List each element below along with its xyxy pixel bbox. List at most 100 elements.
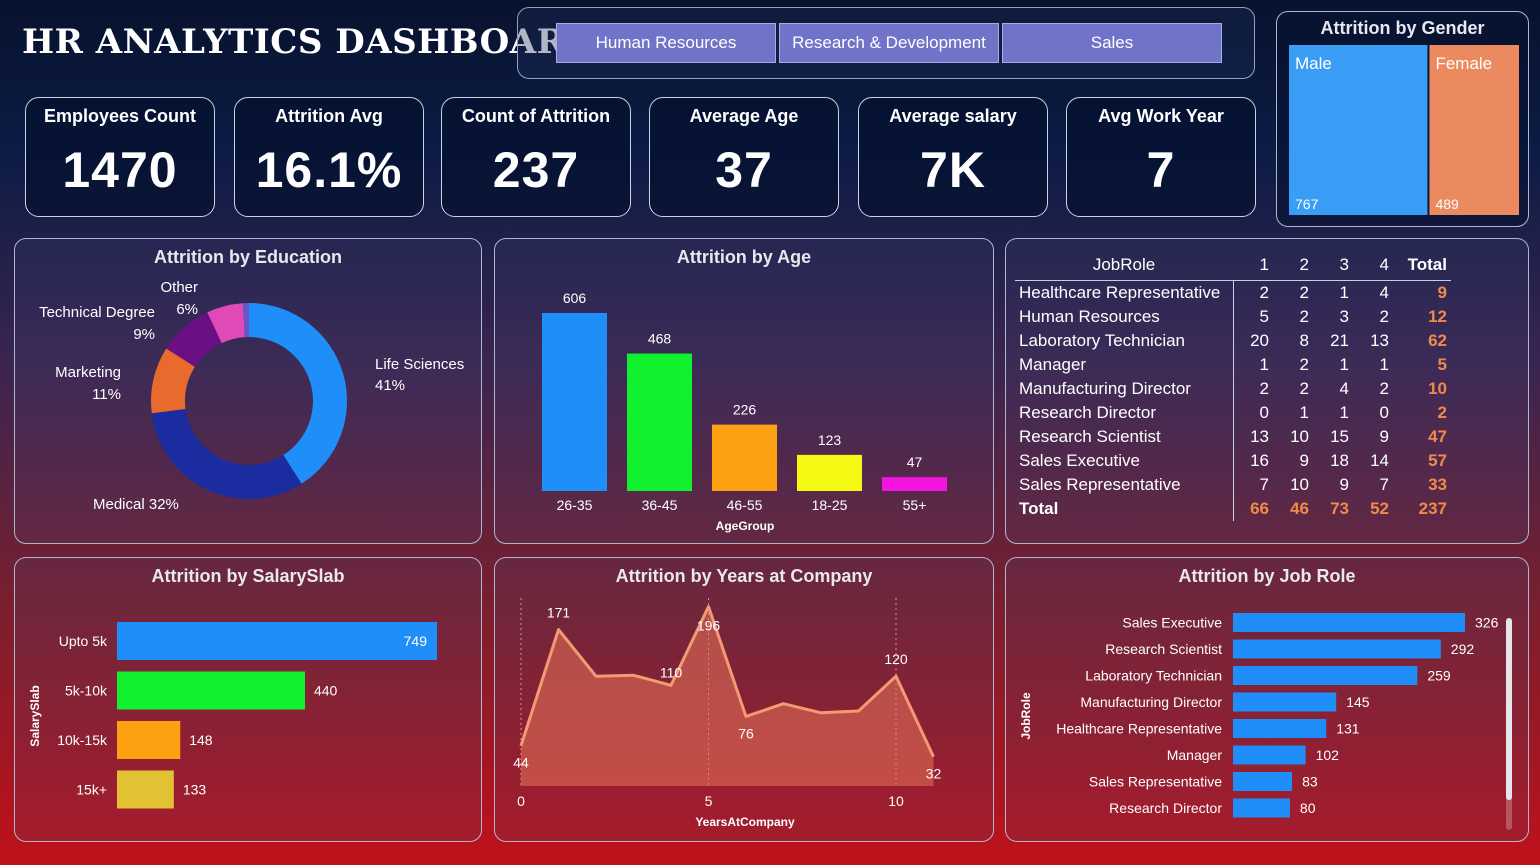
gender-label: Male (1295, 54, 1332, 73)
jobrole-value: 131 (1336, 721, 1360, 737)
matrix-role-cell: Research Director (1015, 401, 1234, 425)
matrix-value-cell: 66 (1250, 499, 1269, 518)
age-bar (882, 477, 947, 491)
slicer-research-development[interactable]: Research & Development (779, 23, 999, 63)
age-value: 47 (907, 454, 923, 470)
jobrole-tick: Manufacturing Director (1080, 694, 1222, 710)
age-bar (797, 454, 862, 491)
scrollbar-thumb[interactable] (1506, 618, 1512, 800)
jobrole-bar (1233, 719, 1327, 738)
matrix-value-cell: 13 (1250, 427, 1269, 446)
matrix-header-col: Total (1407, 255, 1447, 274)
matrix-value-cell: 57 (1428, 451, 1447, 470)
slicer-human-resources[interactable]: Human Resources (556, 23, 776, 63)
education-panel: Attrition by Education Life Sciences 41% M… (14, 238, 482, 544)
age-value: 606 (563, 290, 587, 306)
matrix-role-cell: Research Scientist (1015, 425, 1234, 449)
matrix-value-cell: 52 (1370, 499, 1389, 518)
matrix-value-cell: 21 (1330, 331, 1349, 350)
matrix-header-col: 1 (1259, 255, 1269, 274)
matrix-role-cell: Healthcare Representative (1015, 280, 1234, 305)
years-axis-label: YearsAtCompany (695, 815, 795, 829)
jobrole-panel: Attrition by Job Role Sales Executive 326… (1005, 557, 1529, 842)
years-value: 32 (926, 766, 942, 782)
years-panel: Attrition by Years at Company 0 5 10 44 171 1… (494, 557, 994, 842)
jobrole-bar-chart: Sales Executive 326 Research Scientist 292 L… (1019, 613, 1499, 818)
age-bar (712, 424, 777, 491)
matrix-value-cell: 0 (1379, 403, 1389, 422)
matrix-value-cell: 3 (1339, 307, 1349, 326)
matrix-value-cell: 2 (1379, 379, 1389, 398)
salary-panel: Attrition by SalarySlab Upto 5k 749 5k-10k… (14, 557, 482, 842)
age-bar-chart: 606 26-35 468 36-45 226 46-55 123 18-25 47 55+ Age… (542, 290, 947, 533)
matrix-value-cell: 0 (1259, 403, 1269, 422)
kpi-value: 1470 (62, 142, 178, 198)
salary-bar (117, 770, 174, 809)
matrix-role-cell: Total (1015, 497, 1234, 521)
kpi-avg-work-year: Avg Work Year 7 (1066, 97, 1256, 217)
kpi-label: Count of Attrition (461, 106, 611, 126)
department-slicer: Human Resources Research & Development S… (517, 7, 1255, 79)
matrix-row: Research Scientist 13 10 15 9 47 (1015, 425, 1451, 449)
gender-title: Attrition by Gender (1320, 18, 1485, 38)
matrix-value-cell: 46 (1290, 499, 1309, 518)
matrix-value-cell: 1 (1299, 403, 1309, 422)
salary-tick: 15k+ (76, 782, 107, 798)
matrix-value-cell: 1 (1259, 355, 1269, 374)
matrix-role-cell: Manufacturing Director (1015, 377, 1234, 401)
matrix-value-cell: 2 (1299, 355, 1309, 374)
gender-panel: Attrition by Gender Male 767 Female 489 (1276, 11, 1529, 227)
salary-bar (117, 622, 437, 660)
matrix-value-cell: 1 (1379, 355, 1389, 374)
matrix-value-cell: 13 (1370, 331, 1389, 350)
salary-tick: 10k-15k (57, 732, 108, 748)
age-bar (627, 353, 692, 491)
salary-tick: Upto 5k (59, 633, 108, 649)
jobrole-tick: Healthcare Representative (1056, 721, 1222, 737)
kpi-average-salary: Average salary 7K (858, 97, 1048, 217)
salary-value: 440 (314, 683, 338, 699)
matrix-value-cell: 2 (1299, 307, 1309, 326)
matrix-value-cell: 4 (1339, 379, 1349, 398)
jobrole-matrix-table: JobRole 1 2 3 4 Total Healthcare Representativ… (1015, 250, 1451, 521)
jobrole-scrollbar[interactable] (1506, 618, 1512, 830)
education-pct: 11% (92, 386, 121, 403)
matrix-value-cell: 62 (1428, 331, 1447, 350)
matrix-value-cell: 12 (1428, 307, 1447, 326)
years-area-chart: 0 5 10 44 171 110 196 76 120 32 YearsAtCompany (513, 598, 942, 829)
matrix-value-cell: 1 (1339, 403, 1349, 422)
kpi-value: 7 (1146, 142, 1176, 198)
matrix-row: Manufacturing Director 2 2 4 2 10 (1015, 377, 1451, 401)
kpi-label: Average Age (689, 106, 799, 126)
matrix-value-cell: 5 (1259, 307, 1269, 326)
kpi-average-age: Average Age 37 (649, 97, 839, 217)
education-label: Medical 32% (93, 496, 179, 513)
kpi-count-of-attrition: Count of Attrition 237 (441, 97, 631, 217)
matrix-row: Healthcare Representative 2 2 1 4 9 (1015, 280, 1451, 305)
age-axis-label: AgeGroup (716, 519, 775, 533)
jobrole-value: 80 (1300, 800, 1316, 816)
education-pct: 41% (375, 377, 405, 394)
jobrole-value: 83 (1302, 774, 1318, 790)
matrix-header-col: 2 (1299, 255, 1309, 274)
matrix-row: Manager 1 2 1 1 5 (1015, 353, 1451, 377)
age-value: 468 (648, 331, 672, 347)
kpi-value: 16.1% (255, 142, 403, 198)
salary-bar (117, 671, 305, 710)
gender-value: 767 (1295, 196, 1319, 212)
years-value: 76 (738, 725, 754, 741)
years-value: 196 (697, 618, 721, 634)
slicer-sales[interactable]: Sales (1002, 23, 1222, 63)
matrix-value-cell: 9 (1379, 427, 1389, 446)
matrix-value-cell: 10 (1290, 427, 1309, 446)
education-label: Marketing (55, 364, 121, 381)
kpi-attrition-avg: Attrition Avg 16.1% (234, 97, 424, 217)
age-tick: 46-55 (727, 497, 763, 513)
matrix-value-cell: 15 (1330, 427, 1349, 446)
age-value: 123 (818, 432, 842, 448)
kpi-employees-count: Employees Count 1470 (25, 97, 215, 217)
years-tick: 0 (517, 793, 525, 809)
matrix-value-cell: 2 (1259, 379, 1269, 398)
jobrole-bar (1233, 692, 1337, 712)
matrix-row: Sales Representative 7 10 9 7 33 (1015, 473, 1451, 497)
